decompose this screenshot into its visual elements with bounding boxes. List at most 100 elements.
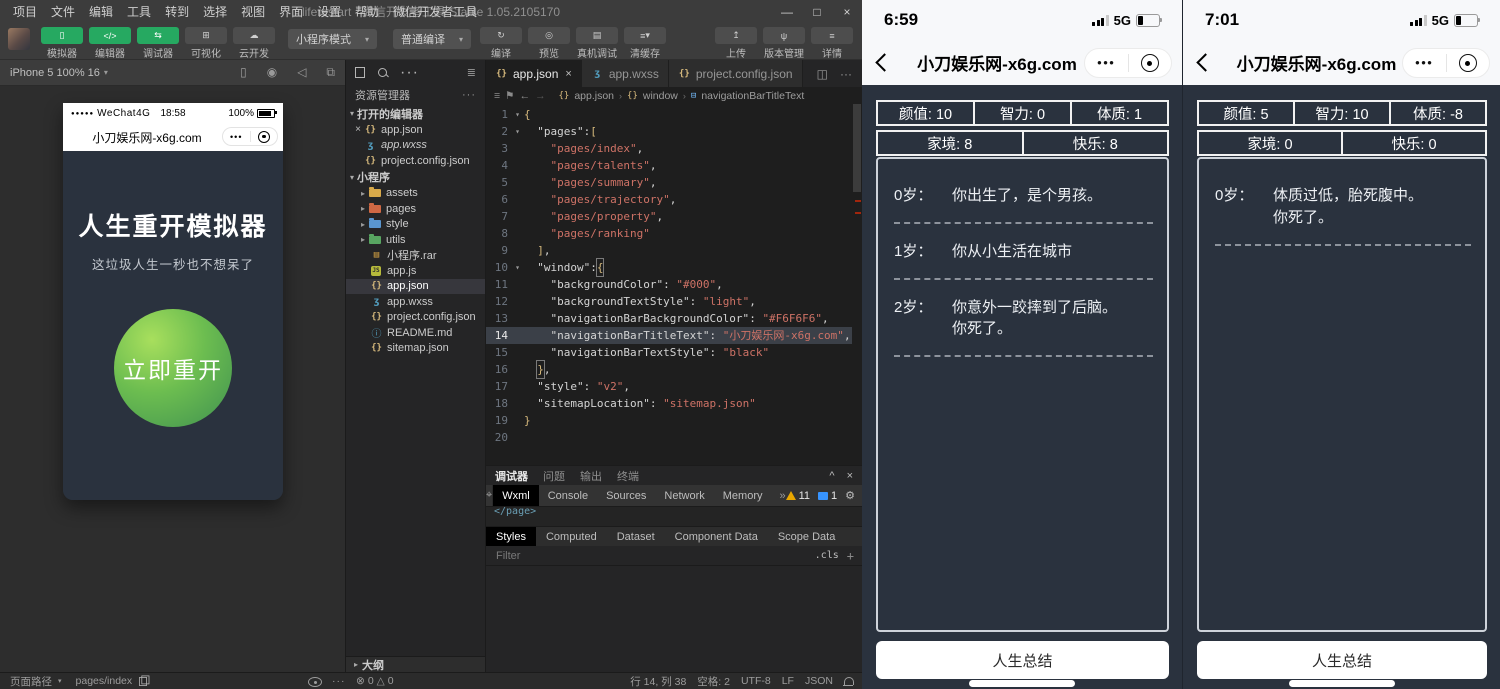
menu-item-视图[interactable]: 视图 bbox=[234, 0, 272, 24]
file-item[interactable]: ʒapp.wxss bbox=[346, 294, 485, 310]
open-editors-section[interactable]: ▾ 打开的编辑器 bbox=[346, 105, 485, 122]
folder-item[interactable]: ▸style bbox=[346, 217, 485, 233]
mute-icon[interactable]: ◁ bbox=[297, 65, 306, 80]
devtools-tab-Wxml[interactable]: Wxml bbox=[493, 485, 539, 506]
problems-indicator[interactable]: ⊗ 0 △ 0 bbox=[356, 675, 394, 687]
life-summary-button[interactable]: 人生总结 bbox=[1197, 641, 1487, 679]
fold-icon[interactable]: ▾ bbox=[511, 106, 524, 123]
menu-item-工具[interactable]: 工具 bbox=[120, 0, 158, 24]
editor-scrollbar[interactable] bbox=[852, 104, 862, 467]
minimize-button[interactable]: — bbox=[772, 0, 802, 24]
collapse-sidebar-icon[interactable]: ≣ bbox=[467, 66, 476, 79]
open-editor-item[interactable]: {}project.config.json bbox=[346, 153, 485, 169]
collapse-panel-icon[interactable]: ^ bbox=[829, 470, 834, 482]
inspect-element-icon[interactable]: ⌖ bbox=[486, 485, 493, 506]
maximize-button[interactable]: □ bbox=[802, 0, 832, 24]
file-item[interactable]: {}sitemap.json bbox=[346, 341, 485, 357]
toolbar-button-预览[interactable]: ◎预览 bbox=[528, 27, 570, 60]
tab-app.wxss[interactable]: ʒapp.wxss bbox=[582, 60, 669, 87]
debugger-tab-问题[interactable]: 问题 bbox=[543, 468, 565, 484]
device-frame-icon[interactable]: ▯ bbox=[240, 65, 247, 80]
back-chevron-icon[interactable] bbox=[875, 53, 893, 71]
toolbar-button-调试器[interactable]: ⇆调试器 bbox=[137, 27, 179, 60]
statusbar-item[interactable]: JSON bbox=[805, 675, 833, 687]
exit-target-icon[interactable] bbox=[1447, 54, 1490, 72]
page-path-value[interactable]: pages/index bbox=[76, 675, 133, 687]
compile-mode-dropdown[interactable]: 普通编译 ▾ bbox=[393, 29, 471, 49]
toolbar-button-版本管理[interactable]: ψ版本管理 bbox=[763, 27, 805, 60]
devtools-tab-Memory[interactable]: Memory bbox=[714, 485, 772, 506]
tab-project.config.json[interactable]: {}project.config.json bbox=[669, 60, 803, 87]
close-button[interactable]: × bbox=[832, 0, 862, 24]
styles-tab-Dataset[interactable]: Dataset bbox=[607, 527, 665, 546]
explorer-more-icon[interactable]: ··· bbox=[462, 89, 476, 101]
devtools-tab-Console[interactable]: Console bbox=[539, 485, 597, 506]
cls-toggle[interactable]: .cls bbox=[815, 550, 839, 561]
breadcrumb-segment[interactable]: app.json bbox=[574, 90, 614, 102]
more-dots-icon[interactable]: ••• bbox=[1403, 58, 1446, 68]
outline-list-icon[interactable]: ≡ bbox=[494, 90, 500, 102]
debugger-tab-终端[interactable]: 终端 bbox=[617, 468, 639, 484]
notifications-bell-icon[interactable] bbox=[844, 677, 854, 685]
user-avatar[interactable] bbox=[8, 28, 30, 50]
toolbar-button-编译[interactable]: ↻编译 bbox=[480, 27, 522, 60]
statusbar-item[interactable]: 行 14, 列 38 bbox=[630, 674, 686, 689]
restart-button[interactable]: 立即重开 bbox=[114, 309, 232, 427]
menu-item-编辑[interactable]: 编辑 bbox=[82, 0, 120, 24]
toolbar-button-云开发[interactable]: ☁云开发 bbox=[233, 27, 275, 60]
element-tree-strip[interactable]: </page> bbox=[486, 506, 862, 526]
back-chevron-icon[interactable] bbox=[1196, 53, 1214, 71]
menu-item-文件[interactable]: 文件 bbox=[44, 0, 82, 24]
exit-target-icon[interactable] bbox=[251, 131, 278, 143]
devtools-tab-Network[interactable]: Network bbox=[655, 485, 713, 506]
messages-badge[interactable]: 1 bbox=[818, 490, 837, 502]
statusbar-item[interactable]: UTF-8 bbox=[741, 675, 771, 687]
file-item[interactable]: ▤小程序.rar bbox=[346, 248, 485, 264]
bookmark-icon[interactable]: ⚑ bbox=[505, 90, 514, 102]
menu-item-转到[interactable]: 转到 bbox=[158, 0, 196, 24]
code-area[interactable]: 1▾{2▾ "pages":[3 "pages/index",4 "pages/… bbox=[486, 104, 862, 467]
styles-tab-Component-Data[interactable]: Component Data bbox=[665, 527, 768, 546]
debugger-tab-输出[interactable]: 输出 bbox=[580, 468, 602, 484]
menu-item-设置[interactable]: 设置 bbox=[310, 0, 348, 24]
folder-item[interactable]: ▸pages bbox=[346, 201, 485, 217]
tab-app.json[interactable]: {}app.json× bbox=[486, 60, 582, 87]
file-item[interactable]: JSapp.js bbox=[346, 263, 485, 279]
device-selector[interactable]: iPhone 5 100% 16 bbox=[10, 67, 100, 79]
statusbar-item[interactable]: LF bbox=[782, 675, 794, 687]
menu-item-帮助[interactable]: 帮助 bbox=[348, 0, 386, 24]
fold-icon[interactable]: ▾ bbox=[511, 259, 524, 276]
file-item[interactable]: {}project.config.json bbox=[346, 310, 485, 326]
more-dots-icon[interactable]: ••• bbox=[223, 132, 250, 142]
open-editor-item[interactable]: ×{}app.json bbox=[346, 122, 485, 138]
life-summary-button[interactable]: 人生总结 bbox=[876, 641, 1169, 679]
menu-item-微信开发者工具[interactable]: 微信开发者工具 bbox=[386, 0, 484, 24]
nav-back-icon[interactable]: ← bbox=[520, 90, 531, 102]
menu-item-项目[interactable]: 项目 bbox=[6, 0, 44, 24]
close-icon[interactable]: × bbox=[565, 68, 571, 80]
toolbar-button-清缓存[interactable]: ≡ ▾清缓存 bbox=[624, 27, 666, 60]
folder-item[interactable]: ▸utils bbox=[346, 232, 485, 248]
settings-gear-icon[interactable]: ⚙ bbox=[845, 489, 855, 502]
watch-icon[interactable] bbox=[308, 677, 322, 687]
mode-dropdown[interactable]: 小程序模式 ▾ bbox=[288, 29, 377, 49]
fold-icon[interactable]: ▾ bbox=[511, 123, 524, 140]
close-icon[interactable]: × bbox=[352, 124, 364, 135]
debugger-tab-调试器[interactable]: 调试器 bbox=[495, 468, 528, 484]
devtools-tab-Sources[interactable]: Sources bbox=[597, 485, 655, 506]
breadcrumb-segment[interactable]: navigationBarTitleText bbox=[701, 90, 804, 102]
more-icon[interactable]: ··· bbox=[840, 67, 852, 81]
scrollbar-thumb[interactable] bbox=[853, 104, 861, 192]
more-icon[interactable]: ··· bbox=[332, 675, 346, 687]
toolbar-button-编辑器[interactable]: </>编辑器 bbox=[89, 27, 131, 60]
more-dots-icon[interactable]: ••• bbox=[1085, 58, 1128, 68]
toolbar-button-模拟器[interactable]: ▯模拟器 bbox=[41, 27, 83, 60]
multi-window-icon[interactable]: ⧉ bbox=[326, 65, 335, 80]
menu-item-界面[interactable]: 界面 bbox=[272, 0, 310, 24]
menu-item-选择[interactable]: 选择 bbox=[196, 0, 234, 24]
breadcrumb-segment[interactable]: window bbox=[643, 90, 678, 102]
warnings-badge[interactable]: 11 bbox=[786, 490, 810, 502]
file-item[interactable]: ⓘREADME.md bbox=[346, 325, 485, 341]
close-panel-icon[interactable]: × bbox=[847, 470, 853, 482]
folder-item[interactable]: ▸assets bbox=[346, 186, 485, 202]
